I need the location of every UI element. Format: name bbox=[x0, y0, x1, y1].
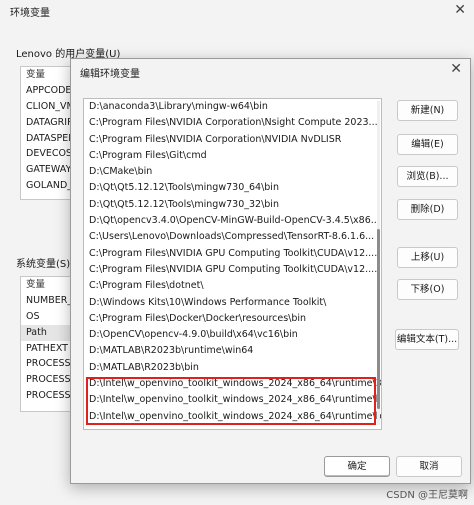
path-item[interactable]: C:\Program Files\dotnet\ bbox=[84, 278, 381, 294]
path-item[interactable]: D:\MATLAB\R2023b\runtime\win64 bbox=[84, 343, 381, 359]
watermark: CSDN @王尼莫啊 bbox=[386, 490, 468, 501]
scrollbar-thumb[interactable] bbox=[377, 229, 380, 409]
path-item[interactable]: C:\Program Files\NVIDIA GPU Computing To… bbox=[84, 246, 381, 262]
path-list[interactable]: D:\anaconda3\Library\mingw-w64\bin C:\Pro… bbox=[83, 98, 382, 430]
edit-env-var-dialog: 编辑环境变量 ✕ D:\anaconda3\Library\mingw-w64\… bbox=[70, 58, 471, 484]
browse-button[interactable]: 浏览(B)... bbox=[397, 166, 458, 187]
system-vars-label: 系统变量(S) bbox=[16, 259, 71, 270]
path-item[interactable]: C:\Users\Lenovo\Downloads\Compressed\Ten… bbox=[84, 229, 381, 245]
path-item[interactable]: C:\Program Files\NVIDIA Corporation\NVID… bbox=[84, 132, 381, 148]
path-item[interactable]: D:\Qt\opencv3.4.0\OpenCV-MinGW-Build-Ope… bbox=[84, 213, 381, 229]
path-item[interactable]: C:\Program Files\Git\cmd bbox=[84, 148, 381, 164]
new-button[interactable]: 新建(N) bbox=[397, 100, 458, 121]
move-down-button[interactable]: 下移(O) bbox=[397, 279, 458, 300]
path-item[interactable]: D:\Qt\Qt5.12.12\Tools\mingw730_32\bin bbox=[84, 197, 381, 213]
edit-button[interactable]: 编辑(E) bbox=[397, 134, 458, 155]
ok-button[interactable]: 确定 bbox=[324, 456, 390, 477]
path-item[interactable]: D:\Qt\Qt5.12.12\Tools\mingw730_64\bin bbox=[84, 180, 381, 196]
path-item[interactable]: D:\anaconda3\Library\mingw-w64\bin bbox=[84, 99, 381, 115]
move-up-button[interactable]: 上移(U) bbox=[397, 247, 458, 268]
scrollbar[interactable] bbox=[377, 101, 380, 425]
window-title: 环境变量 bbox=[10, 8, 50, 19]
path-item[interactable]: D:\Intel\w_openvino_toolkit_windows_2024… bbox=[84, 376, 381, 392]
dialog-title: 编辑环境变量 bbox=[80, 69, 140, 80]
path-item[interactable]: C:\Program Files\NVIDIA Corporation\Nsig… bbox=[84, 115, 381, 131]
path-item[interactable]: C:\Program Files\NVIDIA GPU Computing To… bbox=[84, 262, 381, 278]
path-item[interactable]: D:\MATLAB\R2023b\bin bbox=[84, 360, 381, 376]
close-icon[interactable]: ✕ bbox=[450, 61, 462, 77]
edit-text-button[interactable]: 编辑文本(T)... bbox=[395, 329, 459, 350]
path-item[interactable]: C:\Program Files\Docker\Docker\resources… bbox=[84, 311, 381, 327]
close-icon[interactable]: ✕ bbox=[454, 2, 466, 18]
path-item[interactable]: D:\Windows Kits\10\Windows Performance T… bbox=[84, 295, 381, 311]
delete-button[interactable]: 删除(D) bbox=[397, 199, 458, 220]
path-item[interactable]: D:\Intel\w_openvino_toolkit_windows_2024… bbox=[84, 409, 381, 425]
path-item[interactable]: D:\OpenCV\opencv-4.9.0\build\x64\vc16\bi… bbox=[84, 327, 381, 343]
path-item[interactable]: D:\CMake\bin bbox=[84, 164, 381, 180]
cancel-button[interactable]: 取消 bbox=[396, 456, 462, 477]
path-item[interactable]: D:\Intel\w_openvino_toolkit_windows_2024… bbox=[84, 392, 381, 408]
